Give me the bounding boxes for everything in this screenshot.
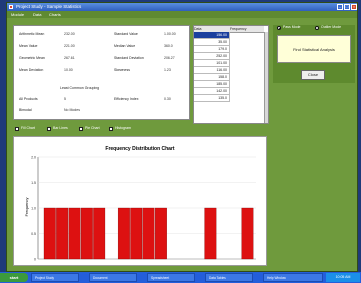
histogram-label: Histogram: [115, 126, 131, 130]
window-title: Project Study - Sample Statistics: [16, 4, 82, 9]
stat-value: No Modes: [64, 108, 80, 112]
taskbar-item[interactable]: Data Tables: [205, 273, 253, 282]
close-button[interactable]: Close: [301, 70, 325, 80]
frequency-chart: Frequency Distribution Chart Frequency 0…: [13, 136, 267, 266]
stat-value: 10.00: [64, 68, 73, 72]
chart-bar: [241, 207, 254, 260]
stat-label: Mean Value: [19, 44, 38, 48]
clock: 10:05 AM: [326, 273, 360, 282]
stat-value: 221.00: [64, 44, 75, 48]
stat-label: Mean Deviation: [19, 68, 44, 72]
stat-label: Bimodal: [19, 108, 32, 112]
grid-header-frequency[interactable]: Frequency: [230, 26, 264, 33]
start-button[interactable]: start: [0, 273, 28, 282]
grid-cell[interactable]: 156.00: [194, 32, 230, 39]
stat-label: Arithmetic Mean: [19, 32, 45, 36]
menu-bar: Module Data Charts: [7, 11, 357, 18]
y-tick-label: 0: [34, 258, 36, 262]
pass-mode-radio[interactable]: [277, 26, 281, 30]
stat-label: Standard Value: [114, 32, 138, 36]
grid-cell[interactable]: 101.00: [194, 60, 230, 67]
bar-lines-label: Bar Lines: [53, 126, 68, 130]
close-icon[interactable]: ×: [351, 4, 357, 10]
y-tick-label: 1.0: [31, 207, 36, 211]
pass-mode-label: Pass Mode: [283, 25, 301, 29]
minimize-icon[interactable]: –: [337, 4, 343, 10]
stat-value: 267.61: [64, 56, 75, 60]
chart-bar: [80, 207, 93, 260]
grid-cell[interactable]: 135.0: [194, 95, 230, 102]
maximize-icon[interactable]: □: [344, 4, 350, 10]
stat-value: 5: [64, 97, 66, 101]
stat-label: Geometric Mean: [19, 56, 45, 60]
grid-cell[interactable]: 158.0: [194, 74, 230, 81]
stat-value: 360.0: [164, 44, 173, 48]
y-tick-label: 0.5: [31, 232, 36, 236]
chart-bar: [155, 207, 167, 260]
statistics-panel: Arithmetic Mean 232.00 Mean Value 221.00…: [13, 25, 190, 120]
chart-bar: [93, 207, 106, 260]
grid-cell[interactable]: 35.00: [194, 39, 230, 46]
menu-module[interactable]: Module: [11, 12, 24, 17]
grid-scrollbar[interactable]: [264, 32, 268, 123]
chart-svg: Frequency Distribution Chart Frequency 0…: [24, 146, 256, 262]
menu-data[interactable]: Data: [33, 12, 41, 17]
fill-chart-checkbox[interactable]: [15, 127, 19, 131]
grid-cell[interactable]: 185.00: [194, 81, 230, 88]
options-panel: Pass Mode Outlier Mode Find Statistical …: [273, 25, 355, 83]
chart-options-row: Fill Chart Bar Lines Pie Chart Histogram: [15, 126, 185, 134]
data-grid[interactable]: Data Frequency 156.00 35.00 179.0 252.00…: [193, 25, 269, 124]
grid-cell[interactable]: 116.00: [194, 67, 230, 74]
stat-label: Standard Deviation: [114, 56, 144, 60]
app-icon: [9, 5, 13, 9]
bar-lines-checkbox[interactable]: [47, 127, 51, 131]
chart-bar: [117, 207, 130, 260]
pie-chart-label: Pie Chart: [85, 126, 100, 130]
stat-value: 206.27: [164, 56, 175, 60]
menu-charts[interactable]: Charts: [49, 12, 61, 17]
grid-cell[interactable]: 179.0: [194, 46, 230, 53]
stats-heading: Least Common Grouping: [60, 86, 100, 90]
stat-value: 232.00: [64, 32, 75, 36]
taskbar: start Project Study Document Spreadsheet…: [0, 272, 361, 283]
chart-bar: [130, 207, 143, 260]
stat-label: Median Value: [114, 44, 136, 48]
chart-bar: [68, 207, 81, 260]
stat-value: 1.23: [164, 68, 171, 72]
analysis-notice: Find Statistical Analysis: [277, 35, 351, 63]
taskbar-item[interactable]: Help Window: [263, 273, 323, 282]
outlier-mode-radio[interactable]: [315, 26, 319, 30]
chart-bar: [142, 207, 155, 260]
y-tick-label: 1.5: [31, 181, 36, 185]
app-window: Project Study - Sample Statistics – □ × …: [6, 2, 358, 272]
outlier-mode-label: Outlier Mode: [321, 25, 342, 29]
y-tick-label: 2.0: [31, 156, 36, 160]
y-axis-label: Frequency: [24, 198, 29, 217]
stat-value: 1.00.00: [164, 32, 176, 36]
stat-label: Efficiency Index: [114, 97, 139, 101]
pie-chart-checkbox[interactable]: [79, 127, 83, 131]
stat-label: Skewness: [114, 68, 130, 72]
chart-bar: [56, 207, 69, 260]
grid-cell[interactable]: 252.00: [194, 53, 230, 60]
chart-bar: [43, 207, 56, 260]
stat-value: 0.30: [164, 97, 171, 101]
chart-title: Frequency Distribution Chart: [105, 146, 175, 152]
taskbar-item[interactable]: Spreadsheet: [147, 273, 195, 282]
grid-cell[interactable]: 142.00: [194, 88, 230, 95]
taskbar-item[interactable]: Document: [89, 273, 137, 282]
chart-bar: [204, 207, 217, 260]
title-bar[interactable]: Project Study - Sample Statistics – □ ×: [7, 3, 357, 11]
histogram-checkbox[interactable]: [109, 127, 113, 131]
taskbar-item[interactable]: Project Study: [31, 273, 79, 282]
fill-chart-label: Fill Chart: [21, 126, 36, 130]
stat-label: All Products: [19, 97, 38, 101]
